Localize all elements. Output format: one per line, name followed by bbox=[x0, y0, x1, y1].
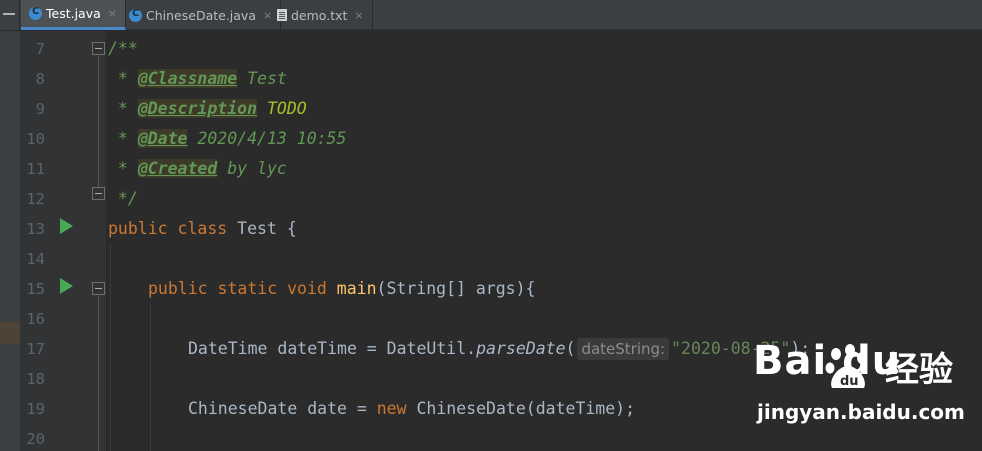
doc-tag: @Created bbox=[137, 159, 218, 178]
line-number: 18 bbox=[26, 370, 45, 388]
class-declaration: Test { bbox=[227, 219, 297, 238]
keyword: new bbox=[376, 399, 407, 418]
text-file-icon bbox=[277, 9, 287, 21]
fold-range-line bbox=[98, 296, 99, 451]
line-number: 9 bbox=[35, 100, 45, 118]
doc-comment: * bbox=[108, 69, 138, 88]
fold-collapse-icon[interactable] bbox=[92, 42, 105, 55]
doc-tag: @Classname bbox=[137, 69, 238, 88]
statement: DateTime dateTime = DateUtil. bbox=[188, 339, 477, 358]
indent-guide bbox=[150, 304, 151, 451]
watermark-brand: 经验 bbox=[885, 350, 953, 390]
indent-guide bbox=[110, 244, 111, 451]
line-number: 13 bbox=[26, 220, 45, 238]
doc-comment: * bbox=[108, 99, 138, 118]
code-line-7: /** bbox=[108, 34, 138, 64]
code-line-12: */ bbox=[108, 184, 138, 214]
fold-collapse-icon[interactable] bbox=[92, 282, 105, 295]
watermark-url: jingyan.baidu.com bbox=[757, 400, 965, 424]
code-line-10: * @Date 2020/4/13 10:55 bbox=[108, 124, 346, 154]
tab-chinesedate-java[interactable]: ChineseDate.java × bbox=[121, 0, 282, 30]
line-number: 17 bbox=[26, 340, 45, 358]
line-number: 11 bbox=[26, 160, 45, 178]
keyword: class bbox=[177, 219, 228, 238]
run-class-icon[interactable] bbox=[60, 218, 73, 234]
code-line-17: DateTime dateTime = DateUtil.parseDate(d… bbox=[188, 334, 810, 364]
left-tool-strip bbox=[0, 31, 20, 451]
paren: ( bbox=[565, 339, 576, 358]
bookmark-marker bbox=[0, 322, 20, 344]
tab-label: demo.txt bbox=[291, 7, 348, 23]
doc-comment: by lyc bbox=[217, 159, 287, 178]
java-class-icon bbox=[29, 6, 42, 20]
doc-comment: * bbox=[108, 129, 138, 148]
editor-gutter: 7 8 9 10 11 12 13 14 15 16 17 18 19 20 bbox=[20, 31, 106, 451]
tab-label: Test.java bbox=[46, 6, 101, 21]
keyword: static bbox=[217, 279, 278, 298]
close-icon[interactable]: × bbox=[354, 9, 363, 22]
line-number: 8 bbox=[35, 70, 45, 88]
method-params: (String[] args){ bbox=[376, 279, 536, 298]
minus-icon bbox=[3, 13, 15, 15]
code-line-13: public class Test { bbox=[108, 214, 297, 244]
code-line-15: public static void main(String[] args){ bbox=[148, 274, 535, 304]
line-number: 19 bbox=[26, 400, 45, 418]
line-number: 10 bbox=[26, 130, 45, 148]
parameter-hint: dateString: bbox=[577, 338, 670, 360]
keyword: public bbox=[148, 279, 208, 298]
line-number: 14 bbox=[26, 250, 45, 268]
tool-window-toggle[interactable] bbox=[0, 0, 20, 30]
doc-comment: Test bbox=[237, 69, 287, 88]
close-icon[interactable]: × bbox=[108, 7, 117, 20]
method-name: main bbox=[336, 279, 377, 298]
line-number: 20 bbox=[26, 430, 45, 448]
java-class-icon bbox=[129, 8, 142, 22]
code-line-19: ChineseDate date = new ChineseDate(dateT… bbox=[188, 394, 635, 424]
doc-tag: @Date bbox=[137, 129, 188, 148]
fold-range-line bbox=[98, 56, 99, 187]
tab-test-java[interactable]: Test.java × bbox=[21, 0, 126, 30]
doc-comment: * bbox=[108, 159, 138, 178]
line-number: 7 bbox=[35, 40, 45, 58]
tab-demo-txt[interactable]: demo.txt × bbox=[269, 0, 373, 30]
editor-tab-bar: Test.java × ChineseDate.java × demo.txt … bbox=[0, 0, 982, 30]
statement: ChineseDate(dateTime); bbox=[406, 399, 636, 418]
static-method-call: parseDate bbox=[476, 339, 566, 358]
doc-comment: 2020/4/13 10:55 bbox=[187, 129, 347, 148]
code-line-9: * @Description TODO bbox=[108, 94, 307, 124]
fold-end-icon[interactable] bbox=[92, 187, 105, 200]
line-number: 16 bbox=[26, 310, 45, 328]
doc-comment: /** bbox=[108, 39, 138, 58]
keyword: public bbox=[108, 219, 168, 238]
doc-tag: @Description bbox=[137, 99, 258, 118]
line-number: 12 bbox=[26, 190, 45, 208]
paw-icon: du bbox=[825, 344, 867, 389]
run-main-icon[interactable] bbox=[60, 278, 73, 294]
code-line-11: * @Created by lyc bbox=[108, 154, 287, 184]
statement: ChineseDate date = bbox=[188, 399, 377, 418]
tab-label: ChineseDate.java bbox=[146, 7, 256, 23]
keyword: void bbox=[287, 279, 327, 298]
code-line-8: * @Classname Test bbox=[108, 64, 287, 94]
todo-marker: TODO bbox=[257, 99, 307, 118]
svg-text:du: du bbox=[840, 374, 859, 389]
doc-comment: */ bbox=[108, 189, 138, 208]
line-number: 15 bbox=[26, 280, 45, 298]
baidu-jingyan-watermark: Bai du du 经验 jingyan.baidu.com bbox=[735, 318, 975, 438]
